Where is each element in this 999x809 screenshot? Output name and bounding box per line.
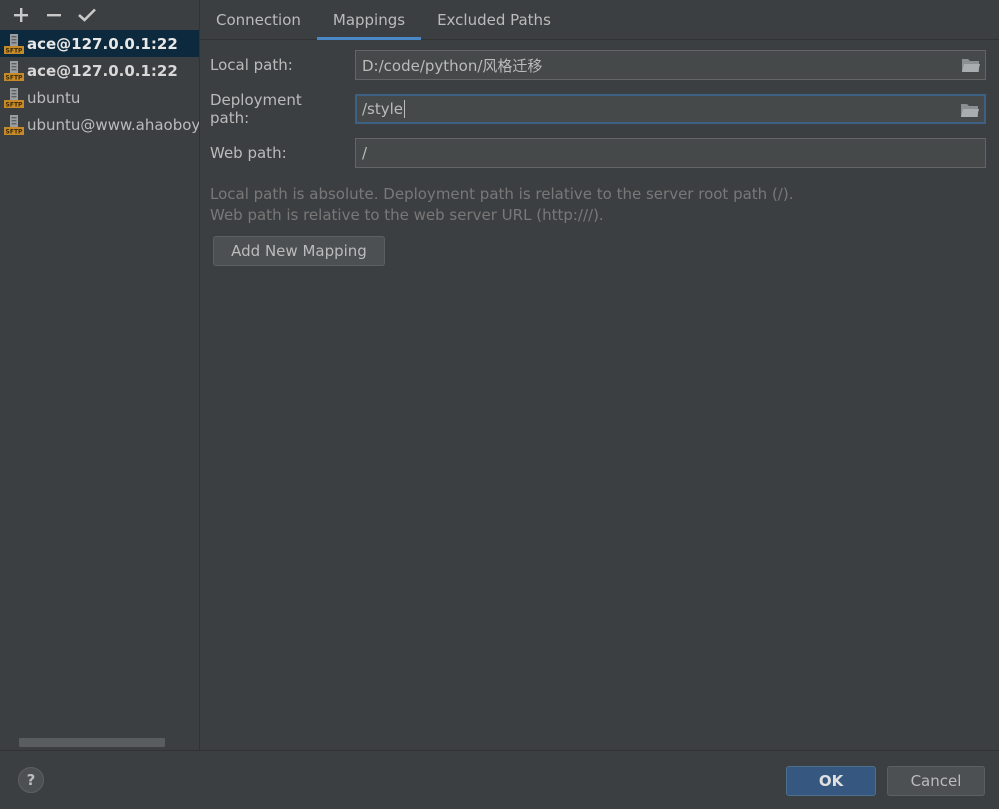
tab-excluded-paths[interactable]: Excluded Paths — [421, 0, 567, 39]
deployment-path-row: Deployment path: /style — [210, 91, 986, 127]
sftp-server-icon: SFTP — [4, 87, 24, 108]
hint-line-1: Local path is absolute. Deployment path … — [210, 185, 794, 203]
svg-text:SFTP: SFTP — [6, 128, 24, 135]
server-list-item[interactable]: SFTP ubuntu — [0, 84, 199, 111]
tab-bar: Connection Mappings Excluded Paths — [200, 0, 999, 40]
minus-icon — [46, 14, 61, 17]
server-name: ace@127.0.0.1:22 — [27, 34, 178, 53]
server-list-item[interactable]: SFTP ubuntu@www.ahaoboy. — [0, 111, 199, 138]
plus-icon — [13, 8, 28, 22]
checkmark-icon — [77, 8, 96, 22]
server-name: ace@127.0.0.1:22 — [27, 61, 178, 80]
sftp-server-icon: SFTP — [4, 33, 24, 54]
tab-connection[interactable]: Connection — [200, 0, 317, 39]
svg-text:SFTP: SFTP — [6, 74, 24, 81]
mappings-panel: Connection Mappings Excluded Paths Local… — [200, 0, 999, 750]
hint-line-2: Web path is relative to the web server U… — [210, 206, 604, 224]
local-path-label: Local path: — [210, 56, 293, 74]
local-path-value: D:/code/python/风格迁移 — [362, 56, 543, 75]
server-list-item[interactable]: SFTP ace@127.0.0.1:22 — [0, 57, 199, 84]
local-path-input[interactable]: D:/code/python/风格迁移 — [355, 50, 986, 80]
svg-text:SFTP: SFTP — [6, 101, 24, 108]
web-path-input[interactable]: / — [355, 138, 986, 168]
set-default-server-button[interactable] — [70, 1, 103, 29]
text-cursor — [404, 100, 406, 118]
web-path-value: / — [362, 144, 368, 162]
deployment-path-input[interactable]: /style — [355, 94, 986, 124]
server-list-panel: SFTP ace@127.0.0.1:22 SFTP ace@127.0.0.1:22… — [0, 0, 200, 750]
svg-text:SFTP: SFTP — [6, 47, 24, 54]
help-button[interactable]: ? — [18, 767, 44, 793]
tab-mappings[interactable]: Mappings — [316, 0, 422, 40]
add-new-mapping-button[interactable]: Add New Mapping — [213, 236, 385, 266]
web-path-row: Web path: / — [210, 138, 986, 168]
folder-open-icon[interactable] — [961, 56, 981, 74]
remove-server-button[interactable] — [37, 1, 70, 29]
server-toolbar — [0, 0, 199, 30]
add-server-button[interactable] — [4, 1, 37, 29]
folder-open-icon[interactable] — [960, 101, 980, 119]
sidebar-horizontal-scrollbar[interactable] — [19, 738, 165, 747]
server-name: ubuntu@www.ahaoboy. — [27, 115, 200, 134]
deployment-path-value: /style — [362, 100, 404, 118]
server-list-item[interactable]: SFTP ace@127.0.0.1:22 — [0, 30, 199, 57]
sftp-server-icon: SFTP — [4, 114, 24, 135]
deployment-path-label: Deployment path: — [210, 91, 302, 127]
mapping-hint: Local path is absolute. Deployment path … — [210, 184, 793, 226]
server-name: ubuntu — [27, 88, 81, 107]
sftp-server-icon: SFTP — [4, 60, 24, 81]
local-path-row: Local path: D:/code/python/风格迁移 — [210, 50, 986, 80]
web-path-label: Web path: — [210, 144, 287, 162]
cancel-button[interactable]: Cancel — [887, 766, 985, 796]
dialog-footer: ? OK Cancel — [0, 750, 999, 809]
ok-button[interactable]: OK — [786, 766, 876, 796]
